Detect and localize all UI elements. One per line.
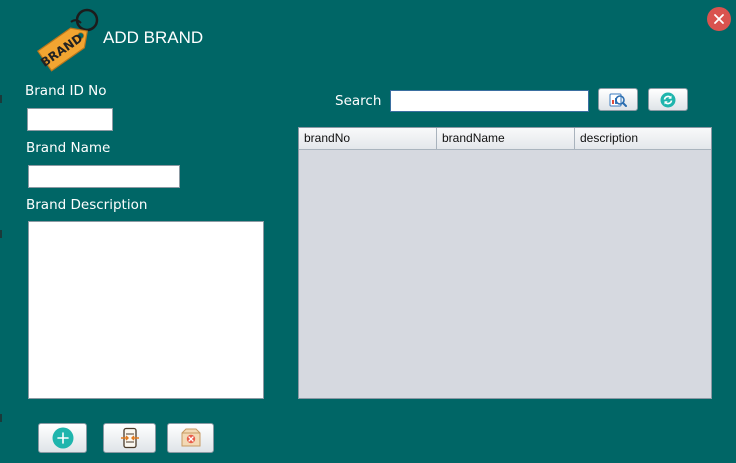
window-edge-mark [0,95,2,103]
brand-id-field[interactable] [27,108,113,131]
delete-button[interactable] [167,423,214,453]
close-button[interactable] [707,7,731,31]
update-button[interactable] [103,423,156,453]
window-edge-mark [0,230,2,238]
table-header: brandNo brandName description [299,128,711,150]
search-report-icon [609,92,627,108]
update-document-icon [119,427,141,449]
delete-box-icon [180,427,202,449]
column-header-description[interactable]: description [575,128,711,149]
brand-description-label: Brand Description [26,197,148,213]
window-title: ADD BRAND [103,28,204,47]
column-header-brandno[interactable]: brandNo [299,128,437,149]
search-label: Search [335,93,382,109]
search-button[interactable] [598,88,638,111]
add-brand-window: BRAND ADD BRAND Brand ID No Brand Name B… [0,0,736,463]
table-body[interactable] [299,150,711,398]
brand-name-label: Brand Name [26,140,111,156]
brand-id-label: Brand ID No [25,83,107,99]
brand-tag-logo: BRAND [30,6,102,82]
refresh-button[interactable] [648,88,688,111]
refresh-icon [660,92,676,108]
close-icon [714,14,724,24]
search-input[interactable] [390,90,589,112]
window-edge-mark [0,414,2,422]
add-button[interactable] [38,423,87,453]
add-icon [52,427,74,449]
brand-name-field[interactable] [28,165,180,188]
brand-description-field[interactable] [28,221,264,399]
brand-table[interactable]: brandNo brandName description [298,127,712,399]
column-header-brandname[interactable]: brandName [437,128,575,149]
